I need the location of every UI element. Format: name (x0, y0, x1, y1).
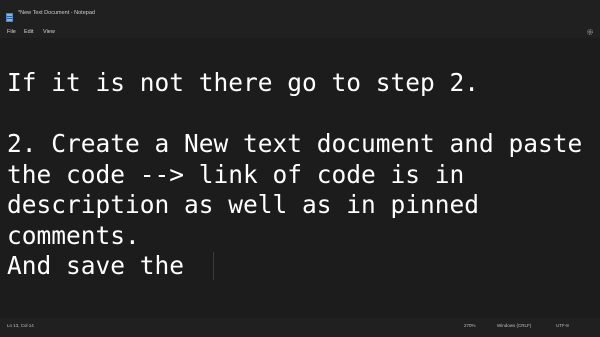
text-line: And save the (7, 251, 199, 280)
last-line: And save the (7, 251, 582, 282)
zoom-level[interactable]: 270% (464, 323, 476, 328)
gear-icon[interactable] (586, 28, 594, 36)
text-caret (212, 252, 214, 280)
menu-bar: File Edit View (0, 26, 600, 38)
text-line: 2. Create a New text document and paste (7, 129, 583, 158)
text-line: the code --> link of code is in (7, 159, 465, 189)
text-line: description as well as in pinned (7, 190, 480, 219)
notepad-window: *New Text Document - Notepad File Edit V… (0, 0, 600, 337)
text-editor-area[interactable]: If it is not there go to step 2. 2. Crea… (0, 38, 600, 318)
title-bar: *New Text Document - Notepad (0, 0, 600, 26)
menu-file[interactable]: File (7, 26, 16, 38)
text-line: If it is not there go to step 2. (7, 68, 480, 97)
text-line (7, 99, 582, 130)
notepad-icon (6, 13, 13, 22)
encoding[interactable]: UTF-8 (556, 323, 569, 328)
window-title: *New Text Document - Notepad (18, 10, 95, 16)
text-line: comments. (7, 220, 140, 250)
document-text[interactable]: If it is not there go to step 2. 2. Crea… (7, 68, 582, 282)
status-bar: Ln 13, Col 14 270% Windows (CRLF) UTF-8 (0, 318, 600, 337)
menu-edit[interactable]: Edit (24, 26, 33, 38)
cursor-position: Ln 13, Col 14 (7, 323, 34, 328)
line-ending[interactable]: Windows (CRLF) (497, 323, 531, 328)
menu-view[interactable]: View (43, 26, 55, 38)
